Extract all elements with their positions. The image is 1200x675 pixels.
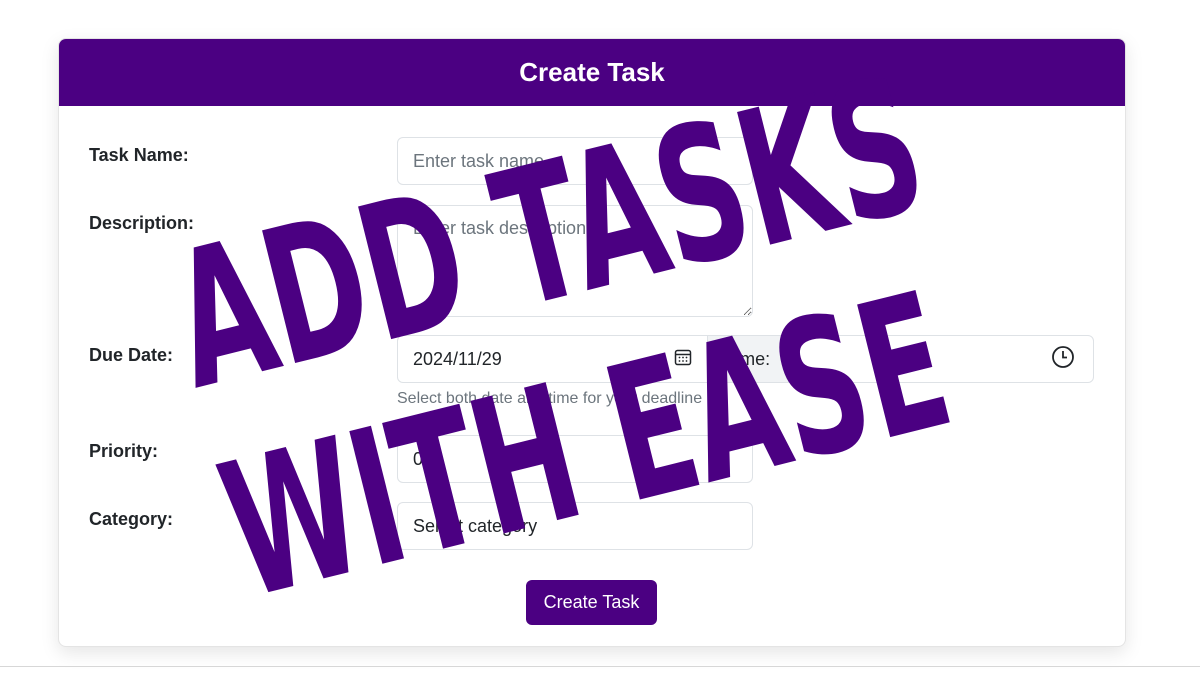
card-header: Create Task [59,39,1125,106]
due-date-help: Select both date and time for your deadl… [397,390,703,407]
page-title: Create Task [519,57,665,87]
clock-icon[interactable] [1051,345,1075,374]
due-date-value: 2024/11/29 [413,348,502,369]
description-textarea[interactable] [397,205,753,317]
time-input[interactable] [789,336,1093,382]
create-task-button[interactable]: Create Task [526,580,657,625]
category-label: Category: [89,509,174,529]
priority-label: Priority: [89,441,159,461]
bottom-divider [0,666,1200,667]
create-task-card: Create Task Task Name: Description: Due … [58,38,1126,647]
category-selected: Select category [413,515,538,536]
due-date-group: 2024/11/29 Time: [397,335,1094,383]
due-date-label: Due Date: [89,345,174,365]
task-name-label: Task Name: [89,145,189,165]
time-label-text: Time: [725,348,771,369]
description-label: Description: [89,213,195,233]
priority-input[interactable]: 0 [397,435,753,483]
priority-value: 0 [413,448,424,469]
time-label: Time: [707,336,789,382]
task-name-input[interactable] [397,137,753,185]
due-date-input[interactable]: 2024/11/29 [398,336,707,382]
category-select[interactable]: Select category [397,502,753,550]
calendar-icon[interactable] [674,348,692,371]
